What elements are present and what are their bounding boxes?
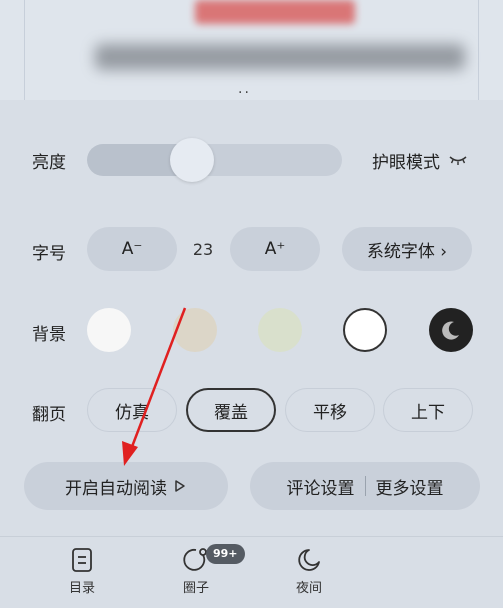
eye-protection-mode-button[interactable]: 护眼模式: [372, 148, 468, 173]
background-swatch-outline[interactable]: [343, 308, 387, 352]
settings-action-group: 评论设置 更多设置: [250, 462, 480, 510]
moon-icon: [298, 549, 320, 571]
background-swatch-beige[interactable]: [173, 308, 217, 352]
font-size-label: 字号: [32, 244, 66, 264]
circle-notification-badge: 99+: [206, 544, 245, 564]
divider: [364, 476, 366, 496]
blurred-text: [95, 44, 465, 70]
closed-eye-icon: [448, 151, 468, 171]
brightness-slider[interactable]: [87, 144, 342, 176]
reader-page: [24, 0, 479, 100]
comment-settings-button[interactable]: 评论设置: [287, 474, 355, 499]
background-swatch-dark[interactable]: [429, 308, 473, 352]
auto-read-label: 开启自动阅读: [65, 478, 167, 499]
background-swatch-white[interactable]: [87, 308, 131, 352]
brightness-label: 亮度: [32, 153, 66, 173]
page-turn-option-simulate[interactable]: 仿真: [87, 388, 177, 432]
moon-icon: [442, 321, 459, 340]
page-turn-option-vertical[interactable]: 上下: [383, 388, 473, 432]
brightness-slider-thumb[interactable]: [169, 138, 214, 182]
circle-icon: [183, 548, 207, 571]
font-size-value: 23: [192, 240, 214, 259]
auto-read-button[interactable]: 开启自动阅读: [24, 462, 228, 510]
nav-catalog[interactable]: 目录: [52, 547, 112, 596]
background-label: 背景: [32, 325, 66, 345]
nav-night[interactable]: 夜间: [279, 547, 339, 596]
font-decrease-button[interactable]: A⁻: [87, 227, 177, 271]
nav-catalog-label: 目录: [68, 581, 95, 596]
eye-protection-mode-label: 护眼模式: [372, 153, 440, 173]
more-settings-button[interactable]: 更多设置: [376, 474, 444, 499]
play-icon: [175, 480, 185, 492]
catalog-icon: [72, 548, 92, 572]
reader-content: ··: [0, 0, 503, 100]
nav-circle-label: 圈子: [182, 581, 209, 596]
system-font-button[interactable]: 系统字体 ›: [342, 227, 472, 271]
blurred-banner: [195, 0, 355, 24]
page-turn-option-cover[interactable]: 覆盖: [186, 388, 276, 432]
ellipsis-indicator: ··: [238, 85, 251, 101]
reading-settings-panel: 亮度 护眼模式 字号 A⁻ 23 A⁺ 系统字体 › 背景 翻页 仿真 覆盖 平…: [0, 100, 503, 536]
page-turn-label: 翻页: [32, 405, 66, 425]
bottom-nav: 目录 圈子 夜间: [0, 536, 503, 608]
font-increase-button[interactable]: A⁺: [230, 227, 320, 271]
background-swatch-green[interactable]: [258, 308, 302, 352]
page-turn-option-slide[interactable]: 平移: [285, 388, 375, 432]
nav-night-label: 夜间: [295, 581, 322, 596]
